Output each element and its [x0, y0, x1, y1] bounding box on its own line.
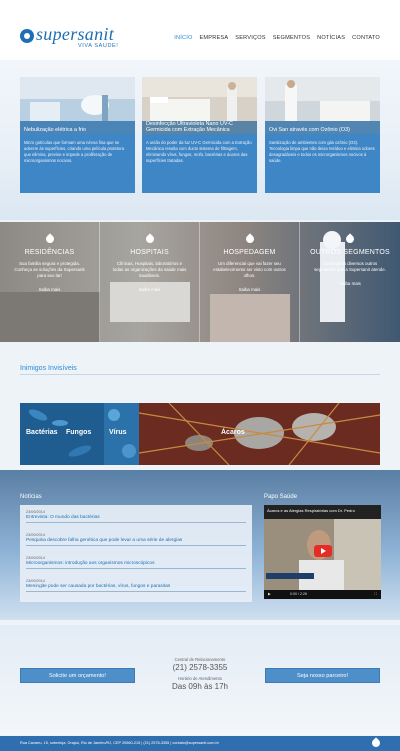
drop-icon	[143, 233, 156, 245]
segment-description: Um diferencial que vai fazer seu estabel…	[213, 261, 286, 278]
segment-more-link[interactable]: Saiba mais	[200, 287, 299, 292]
news-item[interactable]: 23/09/2014 Microorganismos: introdução a…	[26, 556, 246, 569]
news-date: 23/09/2014	[26, 533, 46, 537]
segment-title: HOSPEDAGEM	[223, 249, 276, 256]
news-headline[interactable]: Microorganismos: introdução aos organism…	[26, 561, 246, 569]
service-card-uvc[interactable]: Desinfecção Ultravioleta Nano UV-C Germi…	[142, 77, 257, 193]
segment-hospitais[interactable]: HOSPITAIS Clínicas, Hospitais, laboratór…	[100, 222, 200, 342]
news-headline[interactable]: Entrevista: O mundo das bactérias	[26, 515, 246, 523]
service-title: Desinfecção Ultravioleta Nano UV-C Germi…	[142, 121, 257, 134]
segment-more-link[interactable]: Saiba mais	[100, 287, 199, 292]
news-item[interactable]: 23/09/2014 Pesquisa descobre falha genét…	[26, 533, 246, 546]
video-time: 0:00 / 2:26	[290, 592, 307, 596]
central-label: Central de Relacionamento	[174, 657, 226, 662]
hours-label: Horário de Atendimento	[178, 676, 222, 681]
news-list: 23/09/2014 Entrevista: O mundo das bacté…	[20, 505, 252, 602]
segments-band: RESIDÊNCIAS Sua familia segura e protegi…	[0, 222, 400, 342]
service-description: A união do poder da luz UV-C Germicida c…	[146, 140, 252, 163]
logo[interactable]: supersanit VIVA SAUDE!	[20, 24, 120, 49]
section-divider	[20, 374, 380, 375]
video-section-title: Papo Saúde	[264, 494, 298, 500]
segment-description: Clínicas, Hospitais, laboratórios e toda…	[112, 261, 187, 278]
contact-info: Central de Relacionamento (21) 2578-3355…	[140, 657, 260, 695]
fullscreen-icon[interactable]: ⛶	[374, 592, 377, 596]
news-item[interactable]: 23/09/2014 Meningite pode ser causada po…	[26, 579, 246, 592]
segment-hospedagem[interactable]: HOSPEDAGEM Um diferencial que vai fazer …	[200, 222, 300, 342]
video-player[interactable]: Ácaros e as Alergias Respiratórias com D…	[264, 505, 381, 599]
news-item[interactable]: 23/09/2014 Entrevista: O mundo das bacté…	[26, 510, 246, 523]
segment-outros[interactable]: OUTROS SEGMENTOS Conheça os diversos out…	[300, 222, 400, 342]
video-controls[interactable]: ▶ 0:00 / 2:26 ⛶	[264, 590, 381, 599]
enemy-fungos[interactable]: Fungos	[62, 403, 104, 465]
segment-description: Conheça os diversos outros segmentos que…	[314, 261, 386, 272]
service-description: Sanitização de ambientes com gás ozônio …	[269, 140, 375, 163]
drop-icon	[243, 233, 256, 245]
drop-icon	[344, 233, 356, 245]
phone-number: (21) 2578-3355	[172, 663, 228, 672]
brand-tagline: VIVA SAUDE!	[78, 43, 119, 49]
nav-contato[interactable]: CONTATO	[352, 35, 380, 41]
segment-title: RESIDÊNCIAS	[24, 249, 75, 256]
enemy-virus[interactable]: Vírus	[104, 403, 139, 465]
news-title: Notícias	[20, 494, 42, 500]
nav-servicos[interactable]: SERVIÇOS	[235, 35, 265, 41]
enemy-label: Bactérias	[26, 429, 58, 436]
mite-texture	[139, 403, 380, 465]
news-date: 23/09/2014	[26, 579, 46, 583]
service-card-ozonio[interactable]: Ovi San através com Ozônio (O3) Sanitiza…	[265, 77, 380, 193]
news-headline[interactable]: Meningite pode ser causada por bactérias…	[26, 584, 246, 592]
service-card-nebulizacao[interactable]: Nebulização elétrica a frio Micro gotícu…	[20, 77, 135, 193]
enemy-acaros[interactable]: Ácaros	[139, 403, 380, 465]
service-description: Micro gotículas que formam uma névoa fin…	[24, 140, 125, 163]
segment-description: Sua familia segura e protegida. Conheça …	[14, 261, 85, 278]
news-date: 23/09/2014	[26, 510, 46, 514]
segment-title: HOSPITAIS	[130, 249, 169, 256]
logo-drop-icon	[20, 29, 34, 43]
service-title: Ovi San através com Ozônio (O3)	[265, 121, 380, 134]
footer-drop-icon	[370, 737, 382, 749]
segment-more-link[interactable]: Saiba mais	[0, 287, 99, 292]
nav-inicio[interactable]: INÍCIO	[174, 35, 192, 41]
enemy-label: Vírus	[109, 429, 127, 436]
footer-address: Rua Cavarru, 15, sobreloja, Grajaú, Rio …	[20, 741, 219, 745]
footer: Rua Cavarru, 15, sobreloja, Grajaú, Rio …	[0, 736, 400, 751]
hours-value: Das 09h às 17h	[171, 682, 229, 691]
become-partner-button[interactable]: Seja nosso parceiro!	[265, 668, 380, 683]
inimigos-title: Inimigos Invisíveis	[20, 365, 77, 372]
segment-more-link[interactable]: Saiba mais	[300, 281, 400, 286]
drop-icon	[43, 233, 56, 245]
request-quote-button[interactable]: Solicite um orçamento!	[20, 668, 135, 683]
segment-residencias[interactable]: RESIDÊNCIAS Sua familia segura e protegi…	[0, 222, 100, 342]
play-button-icon[interactable]	[314, 545, 332, 557]
news-headline[interactable]: Pesquisa descobre falha genética que pod…	[26, 538, 246, 546]
main-nav: INÍCIO EMPRESA SERVIÇOS SEGMENTOS NOTÍCI…	[174, 35, 380, 41]
header: supersanit VIVA SAUDE! INÍCIO EMPRESA SE…	[0, 0, 400, 60]
play-small-icon[interactable]: ▶	[268, 592, 271, 596]
nav-segmentos[interactable]: SEGMENTOS	[273, 35, 310, 41]
enemy-label: Fungos	[66, 429, 92, 436]
nav-noticias[interactable]: NOTÍCIAS	[317, 35, 345, 41]
segment-title: OUTROS SEGMENTOS	[310, 249, 390, 256]
brand-name: supersanit	[36, 24, 115, 44]
news-date: 23/09/2014	[26, 556, 46, 560]
service-title: Nebulização elétrica a frio	[20, 121, 135, 134]
video-title: Ácaros e as Alergias Respiratórias com D…	[267, 508, 355, 513]
enemy-label: Ácaros	[221, 429, 245, 436]
nav-empresa[interactable]: EMPRESA	[200, 35, 229, 41]
